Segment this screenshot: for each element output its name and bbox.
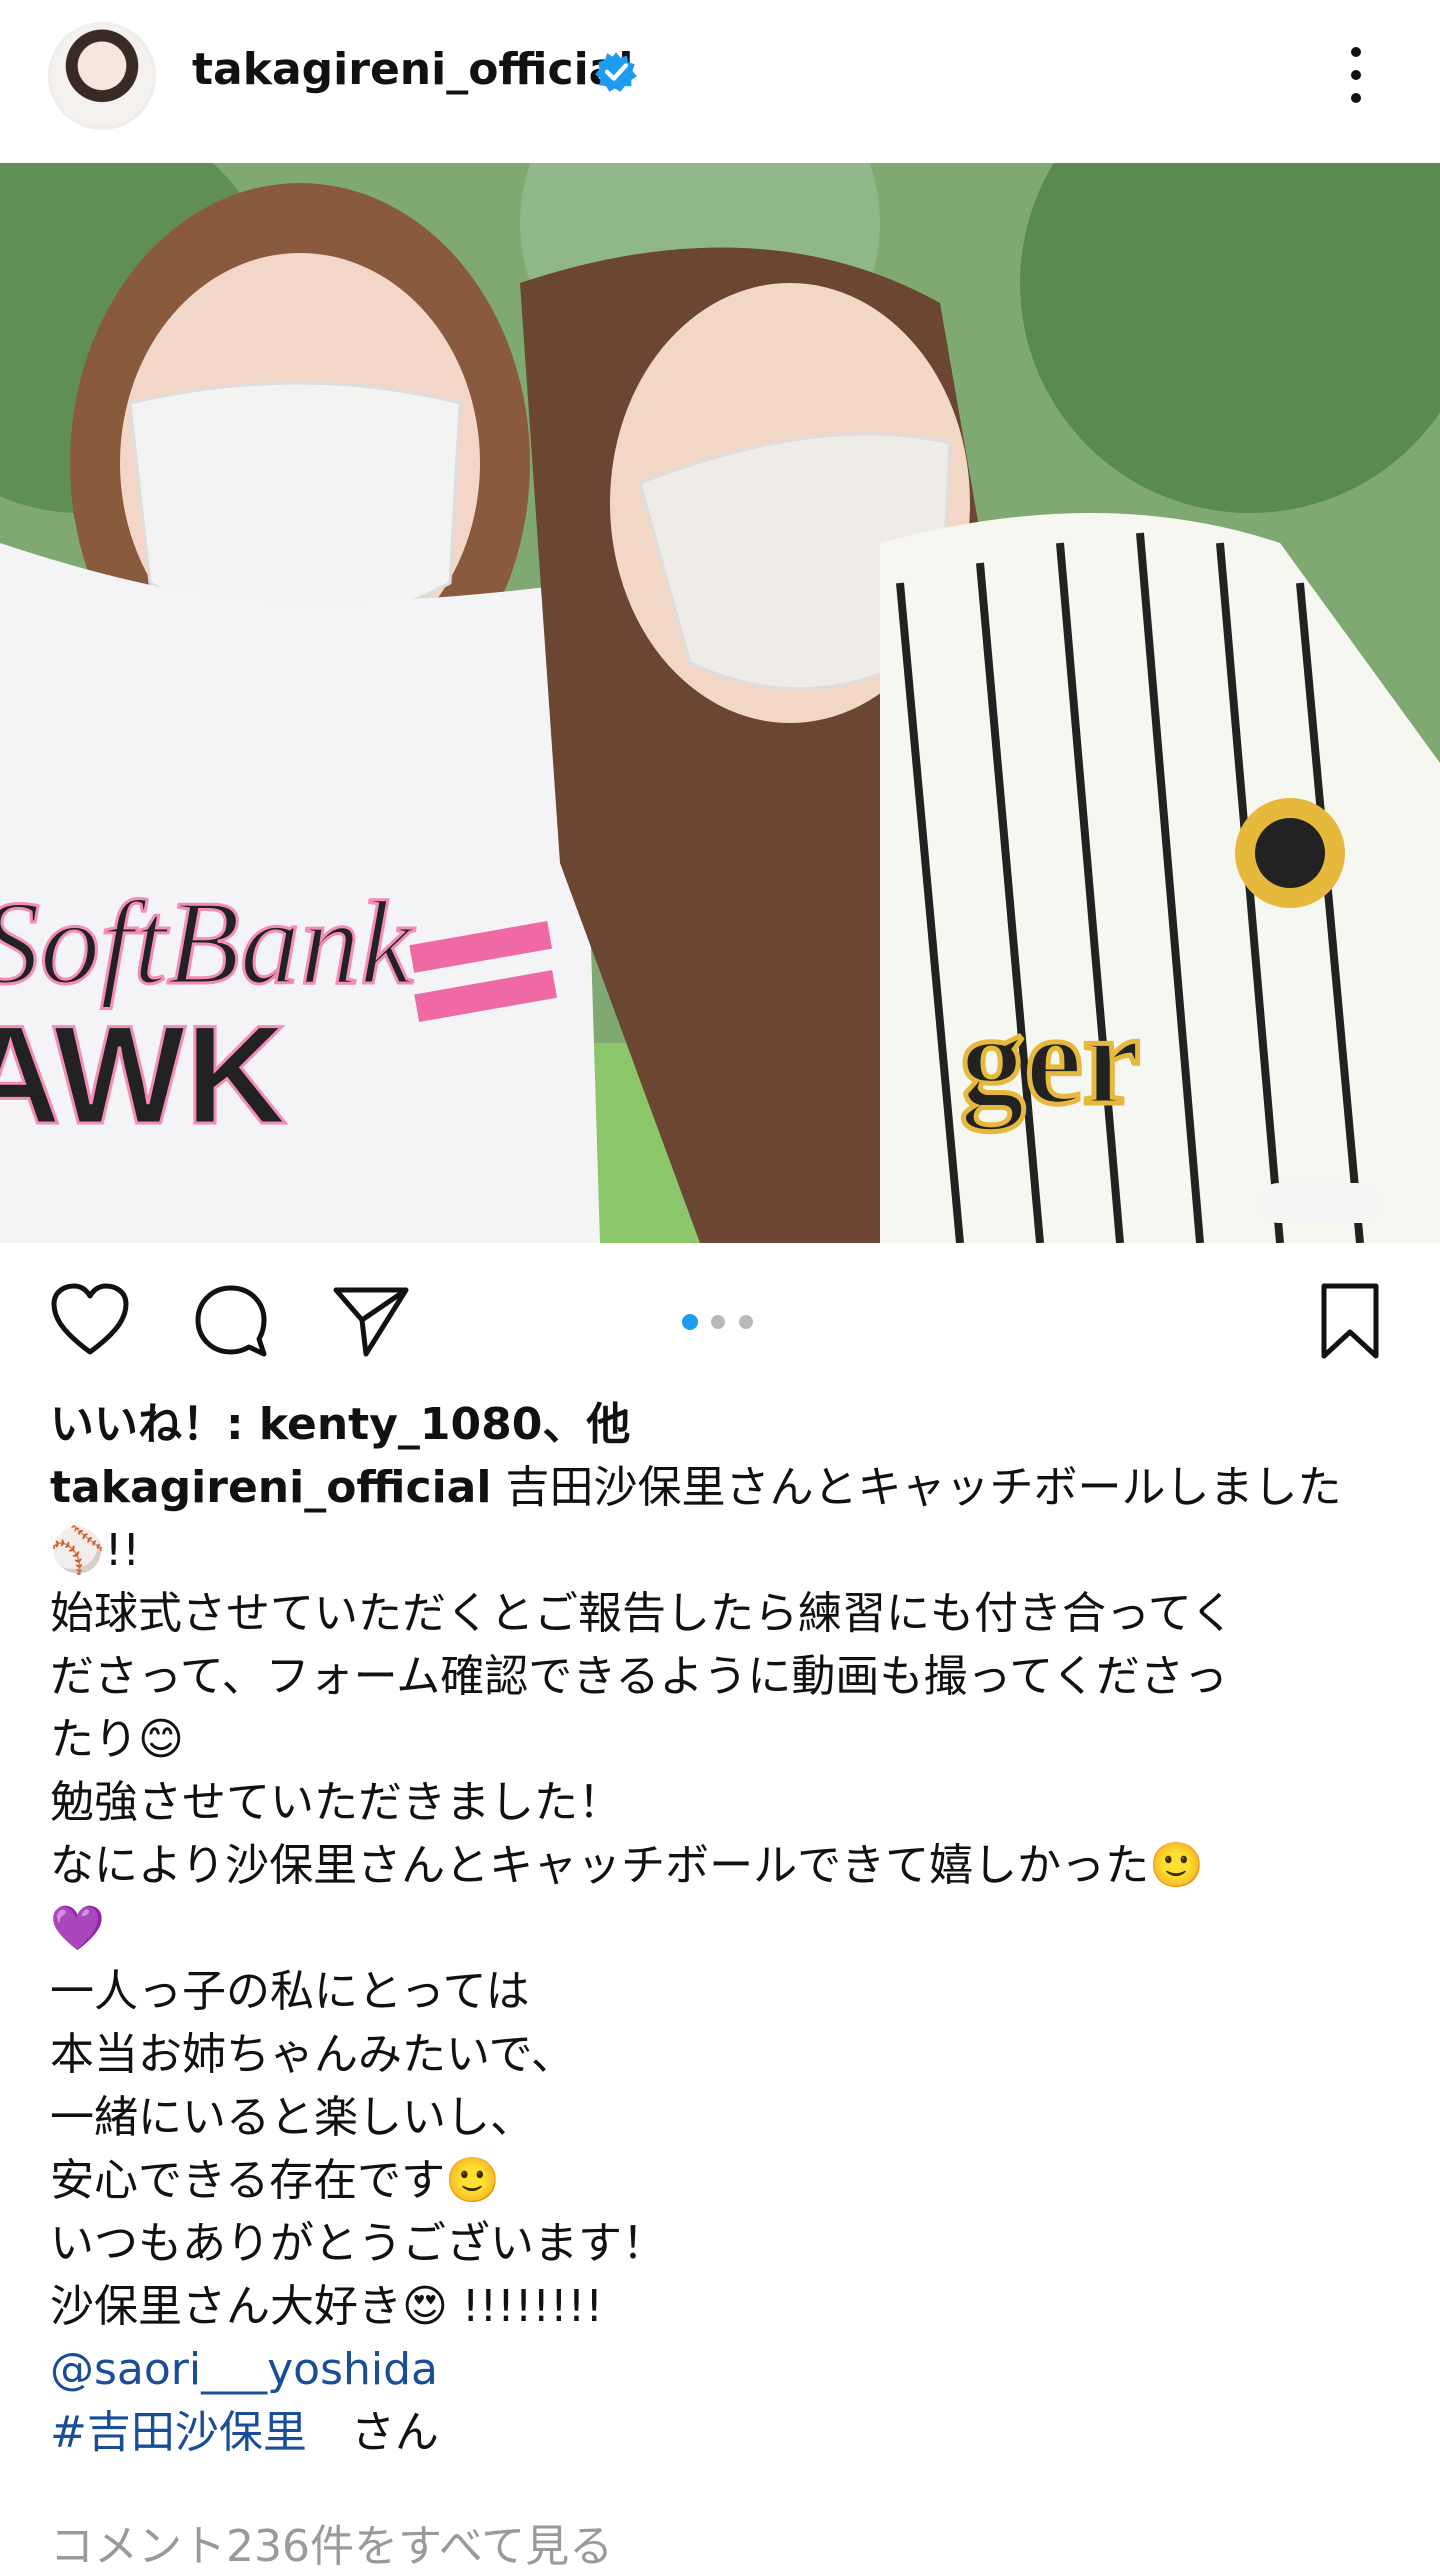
svg-text:AWK: AWK	[0, 996, 287, 1153]
avatar[interactable]	[48, 22, 156, 130]
hashtag-link[interactable]: #吉田沙保里	[50, 2407, 307, 2458]
pager-dot-1	[682, 1314, 698, 1330]
post-header: takagireni_official	[0, 0, 1440, 163]
caption-line-11: 一緒にいると楽しいし、	[50, 2092, 534, 2143]
bookmark-save-icon[interactable]	[1318, 1282, 1382, 1362]
caption-line-12: 安心できる存在です🙂	[50, 2155, 500, 2206]
post-photo[interactable]: SoftBank AWK ger	[0, 163, 1440, 1243]
like-heart-icon[interactable]	[50, 1282, 130, 1358]
share-send-icon[interactable]	[332, 1284, 410, 1358]
caption-line-5: たり😊	[50, 1714, 184, 1765]
mention-link[interactable]: @saori___yoshida	[50, 2338, 1390, 2401]
likes-line[interactable]: いいね！: kenty_1080、他	[50, 1393, 1390, 1456]
caption-username[interactable]: takagireni_official	[50, 1462, 491, 1513]
pager-dot-2	[711, 1315, 725, 1329]
view-all-comments-link[interactable]: コメント236件をすべて見る	[50, 2510, 613, 2574]
comment-icon[interactable]	[192, 1282, 270, 1360]
caption-line-4: ださって、フォーム確認できるように動画も撮ってくださっ	[50, 1651, 1228, 1702]
caption-line-8: 💜	[50, 1903, 105, 1954]
caption-line-6: 勉強させていただきました！	[50, 1777, 622, 1828]
caption-line-1: takagireni_official 吉田沙保里さんとキャッチボールしました	[50, 1456, 1390, 1519]
photo-illustration: SoftBank AWK ger	[0, 163, 1440, 1243]
pager-dot-3	[739, 1315, 753, 1329]
verified-badge-icon	[595, 52, 637, 92]
caption-line-13: いつもありがとうございます！	[50, 2218, 666, 2269]
caption-line-3: 始球式させていただくとご報告したら練習にも付き合ってく	[50, 1588, 1235, 1639]
more-vertical-icon[interactable]	[1336, 40, 1376, 110]
username[interactable]: takagireni_official	[192, 44, 633, 95]
caption-line-2: ⚾!!	[50, 1525, 141, 1576]
caption-line-10: 本当お姉ちゃんみたいで、	[50, 2029, 575, 2080]
caption-line-14: 沙保里さん大好き😍 !!!!!!!!	[50, 2281, 603, 2332]
hashtag-suffix: さん	[306, 2407, 439, 2458]
caption-text: 吉田沙保里さんとキャッチボールしました	[491, 1462, 1342, 1513]
carousel-pager	[682, 1314, 753, 1330]
hashtag-line: #吉田沙保里 さん	[50, 2401, 1390, 2464]
post-caption: いいね！: kenty_1080、他 takagireni_official 吉…	[50, 1393, 1390, 2464]
caption-line-7: なにより沙保里さんとキャッチボールできて嬉しかった🙂	[50, 1840, 1204, 1891]
svg-text:SoftBank: SoftBank	[0, 876, 416, 1009]
action-bar	[0, 1260, 1440, 1380]
caption-line-9: 一人っ子の私にとっては	[50, 1966, 530, 2017]
svg-text:ger: ger	[960, 988, 1140, 1132]
